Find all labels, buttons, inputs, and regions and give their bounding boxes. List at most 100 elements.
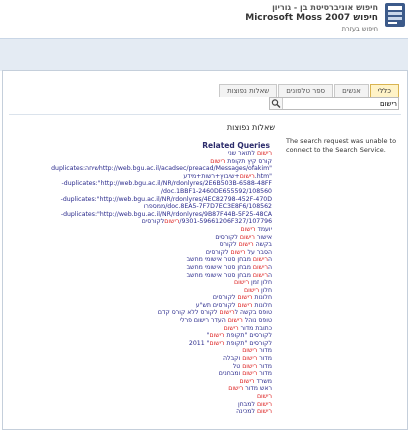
related-query-text: מבחן סטר אישומי מחשב — [186, 271, 253, 279]
tab-phone-book[interactable]: ספר טלפונים — [278, 84, 334, 97]
related-query-text: 9301-59661206F327/107796/ — [179, 218, 272, 226]
related-query-text: טופס נוהל — [242, 317, 272, 325]
related-query-link[interactable]: "http://web.bgu.ac.il/acadsec/preacad/Me… — [4, 165, 272, 173]
related-query-link[interactable]: ראש מדור רישום — [4, 385, 272, 393]
related-query-link[interactable]: הרישום מבחן סטר אישומי מחשב — [4, 256, 272, 264]
related-query-link[interactable]: טופס נוהל רישום העדר רישום פרלי — [4, 317, 272, 325]
related-query-text: שיחה:duplicates — [51, 165, 99, 173]
related-query-link[interactable]: רישום למכינה — [4, 408, 272, 416]
tab-faq[interactable]: שאלות נפוצות — [219, 84, 278, 97]
related-query-highlight: רישום — [252, 263, 268, 271]
related-queries-title: Related Queries — [202, 141, 270, 150]
related-query-highlight: רישום — [240, 225, 256, 233]
related-query-highlight: רישום — [239, 172, 255, 180]
related-query-highlight: רישום — [239, 233, 255, 241]
related-query-text: ה — [267, 271, 272, 279]
related-query-text: 8EA5-7F7D7EC3E8F6/108562/ממספרו — [143, 203, 272, 211]
related-query-link[interactable]: מדור רישום — [4, 347, 272, 355]
related-query-text: ומבחנים — [218, 370, 243, 378]
related-query-link[interactable]: doc.8EA5-7F7D7EC3E8F6/108562/ממספרו — [4, 203, 272, 211]
related-query-link[interactable]: רישום למבחן — [4, 401, 272, 409]
related-query-link[interactable]: מדור רישום טל — [4, 363, 272, 371]
related-query-text: לקורס — [219, 241, 239, 249]
related-query-highlight: רישום — [242, 370, 258, 378]
related-query-highlight: רישום — [223, 324, 239, 332]
related-query-highlight: רישום — [244, 286, 260, 294]
site-header: חיפוש אוניברסיטת בן - גוריון Microsoft M… — [0, 0, 408, 38]
related-query-link[interactable]: הרישום מבחן סטר אישומי מחשב — [4, 272, 272, 280]
related-query-link[interactable]: לקורסים "תקופת רישום" 2011 — [4, 340, 272, 348]
related-query-highlight: רישום — [242, 347, 258, 355]
search-scope-tabs: כללי אנשים ספר טלפונים שאלות נפוצות — [218, 84, 399, 97]
related-query-highlight: רישום — [219, 309, 235, 317]
related-query-highlight: רישום — [237, 294, 253, 302]
related-query-text: טל — [232, 362, 243, 370]
related-query-link[interactable]: חלונות רישום לקורסים — [4, 294, 272, 302]
related-query-highlight: רישום — [256, 408, 272, 416]
search-icon — [271, 99, 281, 108]
related-query-text: לקורסים — [212, 294, 238, 302]
related-query-link[interactable]: אישור רישום לקורסים — [4, 234, 272, 242]
related-query-text: ראש מדור — [243, 385, 272, 393]
related-query-text: duplicates:"http://web.bgu.ac.il/NR/rdon… — [60, 210, 272, 218]
related-query-text: לקורסים — [205, 248, 231, 256]
related-query-highlight: רישום — [228, 385, 244, 393]
related-query-text: טופס בקשה ל — [234, 309, 272, 317]
related-query-link[interactable]: duplicates:"http://web.bgu.ac.il/NR/rdon… — [4, 196, 272, 204]
related-query-link[interactable]: כתובת מדור רישום — [4, 325, 272, 333]
related-query-text: חלון זמן — [249, 279, 272, 287]
related-query-link[interactable]: duplicates:"http://web.bgu.ac.il/NR/rdon… — [4, 180, 272, 188]
related-query-link[interactable]: יועמד רישום — [4, 226, 272, 234]
related-query-highlight: רישום — [234, 279, 250, 287]
search-input[interactable] — [284, 98, 400, 109]
related-query-highlight: רישום — [242, 362, 258, 370]
related-query-link[interactable]: רישום לתואר שני — [4, 150, 272, 158]
related-query-text: לתואר שני — [227, 150, 257, 157]
related-query-link[interactable]: משרד רישום — [4, 378, 273, 386]
related-query-text: חלונות — [252, 301, 273, 309]
related-query-highlight: רישום — [242, 355, 258, 363]
related-query-text: doc. — [167, 203, 181, 211]
tab-people[interactable]: אנשים — [334, 84, 369, 97]
error-message: The search request was unable to connect… — [286, 137, 397, 154]
related-query-text: בקשה — [253, 241, 272, 249]
related-query-text: חלון — [259, 286, 272, 294]
tab-general[interactable]: כללי — [369, 84, 399, 97]
related-query-text: אישור — [254, 233, 272, 241]
related-query-link[interactable]: חלון זמן רישום — [4, 279, 272, 287]
related-query-text: לקורסים — [141, 218, 165, 226]
related-query-highlight: רישום — [237, 301, 253, 309]
related-query-link[interactable]: "htm.רישום+שיבוץ+רשות+מידע — [4, 173, 272, 181]
related-query-text: "htm. — [254, 172, 272, 180]
related-query-link[interactable]: מדור רישום ומבחנים — [4, 370, 272, 378]
search-box — [269, 97, 400, 110]
related-query-link[interactable]: duplicates:"http://web.bgu.ac.il/NR/rdon… — [4, 211, 272, 219]
related-query-text: ה — [267, 263, 272, 271]
related-query-highlight: רישום — [210, 157, 226, 165]
related-query-text: מדור — [257, 362, 272, 370]
related-query-link[interactable]: 9301-59661206F327/107796/רישוםלקורסים — [4, 218, 272, 226]
related-query-link[interactable]: טופס בקשה לרישום לקורס ללא קורס קדם — [4, 309, 272, 317]
related-query-highlight: רישום — [209, 339, 225, 347]
related-query-link[interactable]: מדור רישום וקבלה — [4, 355, 272, 363]
related-query-highlight: רישום — [164, 218, 180, 226]
related-query-link[interactable]: doc.1BBF1-2460DE655592/108560/ — [4, 188, 272, 196]
related-query-text: מדור — [257, 347, 272, 355]
divider — [9, 114, 401, 115]
related-query-highlight: רישום — [238, 241, 254, 249]
related-query-link[interactable]: רישום — [4, 393, 272, 401]
search-button[interactable] — [270, 98, 283, 109]
site-title-line2: Microsoft Moss 2007 חיפוש — [245, 13, 378, 23]
related-query-link[interactable]: חלון רישום — [4, 287, 272, 295]
related-query-link[interactable]: הרישום מבחן סטר אישומי מחשב — [4, 264, 272, 272]
related-query-text: מבחן סטר אישומי מחשב — [186, 263, 253, 271]
related-query-highlight: רישום — [209, 332, 225, 340]
related-query-link[interactable]: לקורסים "תקופת רישום" — [4, 332, 272, 340]
related-query-link[interactable]: חלונות רישום לקורסים תש"ע — [4, 302, 272, 310]
related-query-link[interactable]: הסבר על רישום לקורסים — [4, 249, 272, 257]
related-query-link[interactable]: בקשה רישום לקורס — [4, 241, 272, 249]
related-query-text: לקורס ללא קורס קדם — [157, 309, 220, 317]
related-query-text: "http://web.bgu.ac.il/acadsec/preacad/Me… — [98, 165, 272, 173]
related-query-text: לקורסים תש"ע — [195, 301, 238, 309]
related-query-link[interactable]: קורס קיץ תקופת רישום — [4, 158, 272, 166]
